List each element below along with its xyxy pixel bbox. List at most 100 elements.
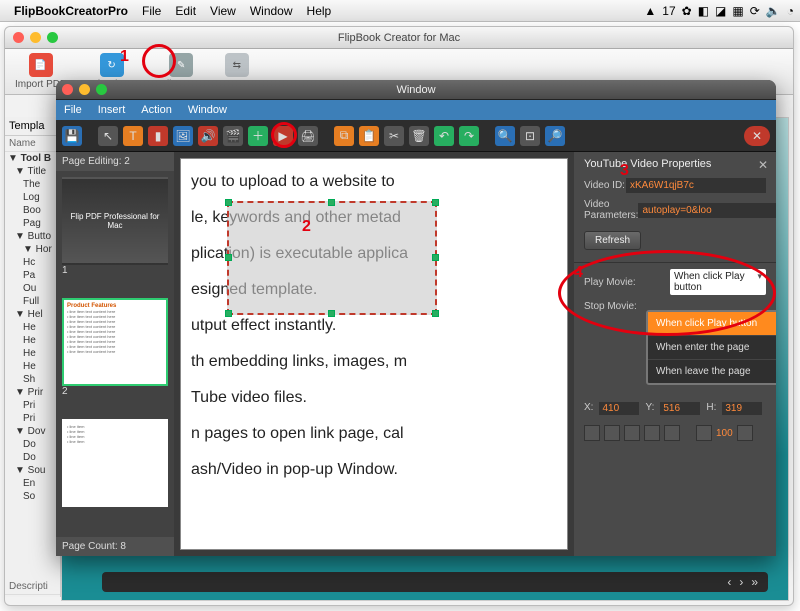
pointer-icon[interactable]: ↖ — [98, 126, 118, 146]
tree-item[interactable]: He — [5, 321, 60, 334]
align-top-icon[interactable] — [644, 425, 660, 441]
tree-item[interactable]: So — [5, 490, 60, 503]
tree-item[interactable]: ▼ Title — [5, 165, 60, 178]
close-window-button[interactable] — [13, 32, 24, 43]
thumb-3[interactable]: • line item• line item• line item• line … — [62, 419, 168, 523]
edit-menu[interactable]: Edit — [175, 4, 196, 18]
volume-icon[interactable]: 🔈 — [766, 4, 781, 18]
tree-item[interactable]: ▼ Hor — [5, 243, 60, 256]
tree-item[interactable]: Pag — [5, 217, 60, 230]
resize-handle[interactable] — [225, 254, 232, 261]
tree-item[interactable]: ▼ Hel — [5, 308, 60, 321]
editor-action-menu[interactable]: Action — [141, 104, 172, 116]
video-params-input[interactable] — [638, 203, 776, 218]
editor-insert-menu[interactable]: Insert — [98, 104, 126, 116]
align-left-icon[interactable] — [584, 425, 600, 441]
print-icon[interactable]: 🖨 — [298, 126, 318, 146]
text-icon[interactable]: T — [123, 126, 143, 146]
tree-item[interactable]: En — [5, 477, 60, 490]
tree-item[interactable]: Pri — [5, 399, 60, 412]
editor-zoom-button[interactable] — [96, 84, 107, 95]
tree-item[interactable]: Do — [5, 451, 60, 464]
copy-icon[interactable]: ⧉ — [334, 126, 354, 146]
paste-icon[interactable]: 📋 — [359, 126, 379, 146]
opacity-icon[interactable] — [696, 425, 712, 441]
tree-item[interactable]: ▼ Butto — [5, 230, 60, 243]
tree-item[interactable]: ▼ Tool B — [5, 152, 60, 165]
delete-icon[interactable]: 🗑 — [409, 126, 429, 146]
dd-option-play-button[interactable]: When click Play button — [648, 312, 776, 336]
selection-box[interactable] — [227, 201, 437, 315]
dd-option-leave-page[interactable]: When leave the page — [648, 360, 776, 383]
resize-handle[interactable] — [432, 199, 439, 206]
x-input[interactable] — [599, 402, 639, 415]
page-canvas[interactable]: you to upload to a website tole, keyword… — [180, 158, 568, 550]
tree-item[interactable]: Log — [5, 191, 60, 204]
shape-icon[interactable]: ▮ — [148, 126, 168, 146]
help-menu[interactable]: Help — [307, 4, 332, 18]
video-id-input[interactable] — [626, 178, 766, 193]
close-editor-icon[interactable]: ✕ — [744, 126, 770, 146]
editor-window-menu[interactable]: Window — [188, 104, 227, 116]
align-right-icon[interactable] — [624, 425, 640, 441]
youtube-icon[interactable]: ▶ — [273, 126, 293, 146]
zoom-out-icon[interactable]: 🔎 — [545, 126, 565, 146]
thumb-2[interactable]: Product Features • line item text conten… — [62, 298, 168, 413]
thumb-1[interactable]: Flip PDF Professional for Mac 1 — [62, 177, 168, 292]
resize-handle[interactable] — [432, 254, 439, 261]
app-menu[interactable]: FlipBookCreatorPro — [14, 4, 128, 18]
play-movie-dropdown[interactable]: When click Play button — [670, 269, 766, 295]
editor-minimize-button[interactable] — [79, 84, 90, 95]
editor-close-button[interactable] — [62, 84, 73, 95]
resize-handle[interactable] — [432, 310, 439, 317]
tree-item[interactable]: He — [5, 347, 60, 360]
undo-icon[interactable]: ↶ — [434, 126, 454, 146]
editor-file-menu[interactable]: File — [64, 104, 82, 116]
zoom-in-icon[interactable]: 🔍 — [495, 126, 515, 146]
next-page-icon[interactable]: › — [739, 575, 743, 589]
tree-item[interactable]: ▼ Sou — [5, 464, 60, 477]
minimize-window-button[interactable] — [30, 32, 41, 43]
resize-handle[interactable] — [328, 310, 335, 317]
tree-item[interactable]: ▼ Prir — [5, 386, 60, 399]
tree-item[interactable]: Boo — [5, 204, 60, 217]
redo-icon[interactable]: ↷ — [459, 126, 479, 146]
resize-handle[interactable] — [225, 310, 232, 317]
template-tab[interactable]: Templa — [5, 117, 60, 136]
file-menu[interactable]: File — [142, 4, 161, 18]
tree-item[interactable]: ▼ Dov — [5, 425, 60, 438]
resize-handle[interactable] — [225, 199, 232, 206]
last-page-icon[interactable]: » — [751, 575, 758, 589]
refresh-button[interactable]: Refresh — [584, 231, 641, 250]
lock-icon[interactable] — [737, 425, 753, 441]
image-icon[interactable]: 🖼 — [173, 126, 193, 146]
tree-item[interactable]: Pri — [5, 412, 60, 425]
property-tree[interactable]: ▼ Tool B▼ TitleTheLogBooPag▼ Butto▼ HorH… — [5, 152, 60, 503]
tree-item[interactable]: Sh — [5, 373, 60, 386]
view-menu[interactable]: View — [210, 4, 236, 18]
close-panel-icon[interactable]: ✕ — [758, 158, 768, 172]
tree-item[interactable]: He — [5, 360, 60, 373]
zoom-fit-icon[interactable]: ⊡ — [520, 126, 540, 146]
movie-icon[interactable]: 🎬 — [223, 126, 243, 146]
align-middle-icon[interactable] — [664, 425, 680, 441]
tree-item[interactable]: Pa — [5, 269, 60, 282]
swf-icon[interactable]: ＋ — [248, 126, 268, 146]
resize-handle[interactable] — [328, 199, 335, 206]
tree-item[interactable]: The — [5, 178, 60, 191]
tree-item[interactable]: Hc — [5, 256, 60, 269]
y-input[interactable] — [660, 402, 700, 415]
zoom-window-button[interactable] — [47, 32, 58, 43]
tree-item[interactable]: Full — [5, 295, 60, 308]
tree-item[interactable]: Ou — [5, 282, 60, 295]
prev-page-icon[interactable]: ‹ — [727, 575, 731, 589]
tree-item[interactable]: Do — [5, 438, 60, 451]
h-input[interactable] — [722, 402, 762, 415]
thumb-list[interactable]: Flip PDF Professional for Mac 1 Product … — [56, 171, 174, 537]
tree-item[interactable]: He — [5, 334, 60, 347]
cut-icon[interactable]: ✂ — [384, 126, 404, 146]
dd-option-enter-page[interactable]: When enter the page — [648, 336, 776, 360]
save-icon[interactable]: 💾 — [62, 126, 82, 146]
align-center-icon[interactable] — [604, 425, 620, 441]
window-menu[interactable]: Window — [250, 4, 293, 18]
